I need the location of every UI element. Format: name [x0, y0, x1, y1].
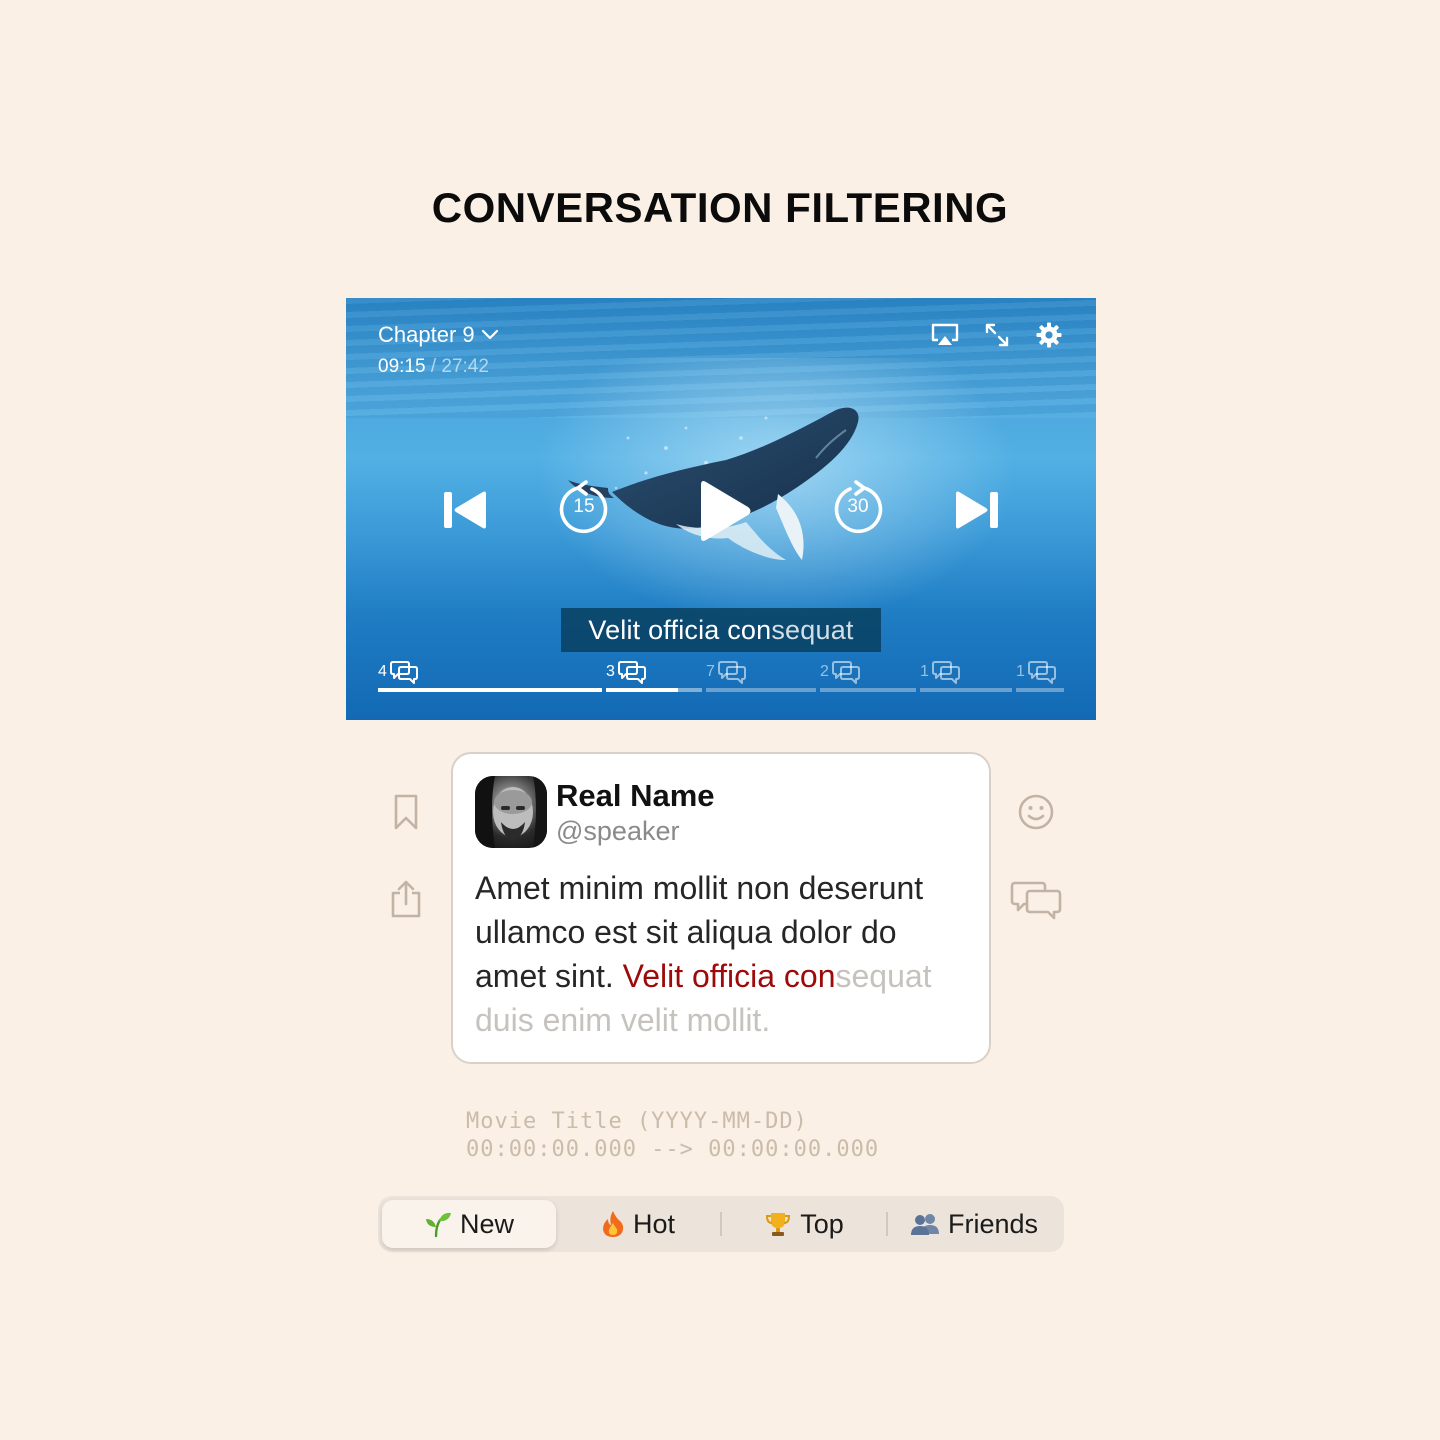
current-time: 09:15 — [378, 356, 426, 377]
chapter-progress-bar — [606, 688, 702, 692]
time-separator: / — [425, 356, 442, 377]
subtitle-rest: sequat — [771, 614, 854, 645]
skip-next-icon — [956, 491, 998, 529]
chapter-count-value: 2 — [820, 663, 829, 680]
comments-icon — [617, 661, 646, 684]
chapter-label: Chapter 9 — [378, 322, 475, 347]
bookmark-button[interactable] — [390, 792, 422, 832]
author-name: Real Name — [556, 778, 715, 813]
chapter-progress-bar — [920, 688, 1012, 692]
filter-top-tab[interactable]: Top — [722, 1200, 886, 1248]
chapter-count-value: 1 — [920, 663, 929, 680]
comment-card[interactable]: Real Name @speaker Amet minim mollit non… — [451, 752, 991, 1064]
settings-button[interactable] — [1034, 320, 1064, 350]
fire-icon — [602, 1211, 624, 1237]
chapter-progress-fill — [606, 688, 678, 692]
fullscreen-button[interactable] — [982, 320, 1012, 350]
previous-chapter-button[interactable] — [440, 488, 490, 532]
reply-button[interactable] — [1010, 878, 1062, 922]
chapter-segment[interactable]: 1 — [1016, 660, 1064, 696]
total-time: 27:42 — [441, 356, 489, 377]
chapter-count-value: 3 — [606, 663, 615, 680]
airplay-button[interactable] — [930, 320, 960, 350]
chapter-timeline: 4 3 7 2 1 1 — [378, 660, 1064, 696]
chapter-comment-count: 7 — [706, 660, 816, 684]
rewind-seconds: 15 — [573, 496, 595, 517]
gear-icon — [1036, 322, 1062, 348]
playback-controls: 15 30 — [346, 476, 1096, 546]
comments-icon — [831, 661, 860, 684]
video-player[interactable]: Chapter 9 09:15 / 27:42 15 30 Velit offi… — [346, 298, 1096, 720]
chapter-segment[interactable]: 1 — [920, 660, 1012, 696]
chapter-segment[interactable]: 3 — [606, 660, 702, 696]
chapter-segment[interactable]: 4 — [378, 660, 602, 696]
chapter-progress-bar — [378, 688, 602, 692]
avatar[interactable] — [475, 776, 547, 848]
skip-previous-icon — [444, 491, 486, 529]
chapter-comment-count: 2 — [820, 660, 916, 684]
filter-hot-label: Hot — [632, 1208, 676, 1239]
author-handle: @speaker — [556, 816, 680, 846]
filter-new-tab[interactable]: New — [382, 1200, 556, 1248]
share-button[interactable] — [388, 878, 424, 920]
chapter-comment-count: 4 — [378, 660, 602, 684]
player-toolbar — [930, 320, 1064, 350]
comments-icon — [717, 661, 746, 684]
share-icon — [391, 880, 421, 918]
next-chapter-button[interactable] — [952, 488, 1002, 532]
comment-highlight: Velit officia con — [622, 958, 836, 994]
expand-icon — [985, 323, 1009, 347]
chapter-count-value: 4 — [378, 663, 387, 680]
people-icon — [910, 1214, 939, 1235]
filter-new-label: New — [459, 1208, 514, 1239]
chapter-selector[interactable]: Chapter 9 — [378, 322, 499, 348]
chapter-segment[interactable]: 7 — [706, 660, 816, 696]
chapter-comment-count: 3 — [606, 660, 702, 684]
forward-button[interactable]: 30 — [832, 480, 884, 536]
subtitle-caption: Velit officia con sequat — [561, 608, 881, 652]
bookmark-icon — [394, 794, 418, 830]
time-display: 09:15 / 27:42 — [378, 356, 489, 378]
page-title: CONVERSATION FILTERING — [431, 184, 1009, 231]
subtitle-movie-title: Movie Title (YYYY-MM-DD) — [466, 1109, 808, 1134]
chapter-progress-bar — [1016, 688, 1064, 692]
chapter-count-value: 1 — [1016, 663, 1025, 680]
chapter-comment-count: 1 — [1016, 660, 1064, 684]
chapter-progress-bar — [820, 688, 916, 692]
chapter-progress-bar — [706, 688, 816, 692]
play-icon — [701, 481, 751, 541]
conversation-icon — [1010, 881, 1062, 920]
chevron-down-icon — [481, 329, 498, 340]
filter-hot-tab[interactable]: Hot — [556, 1200, 720, 1248]
chapter-segment[interactable]: 2 — [820, 660, 916, 696]
rewind-button[interactable]: 15 — [558, 480, 610, 536]
subtitle-highlight: Velit officia con — [588, 614, 772, 645]
avatar-photo — [475, 776, 547, 848]
trophy-icon — [766, 1213, 791, 1236]
smiley-icon — [1018, 794, 1054, 830]
comments-icon — [931, 661, 960, 684]
subtitle-timestamp: 00:00:00.000 --> 00:00:00.000 — [466, 1137, 880, 1162]
airplay-icon — [931, 323, 959, 345]
comments-icon — [389, 661, 418, 684]
react-button[interactable] — [1016, 792, 1056, 832]
chapter-count-value: 7 — [706, 663, 715, 680]
subtitle-metadata: Movie Title (YYYY-MM-DD) 00:00:00.000 --… — [466, 1108, 879, 1164]
filter-top-label: Top — [800, 1208, 844, 1239]
forward-seconds: 30 — [847, 496, 869, 517]
filter-friends-tab[interactable]: Friends — [888, 1200, 1060, 1248]
filter-friends-label: Friends — [947, 1208, 1039, 1239]
seedling-icon — [425, 1212, 451, 1238]
comment-body: Amet minim mollit non deserunt ullamco e… — [475, 866, 975, 1042]
play-button[interactable] — [694, 478, 754, 544]
comments-icon — [1027, 661, 1056, 684]
conversation-filter: New Hot Top Friends — [378, 1196, 1064, 1252]
chapter-comment-count: 1 — [920, 660, 1012, 684]
